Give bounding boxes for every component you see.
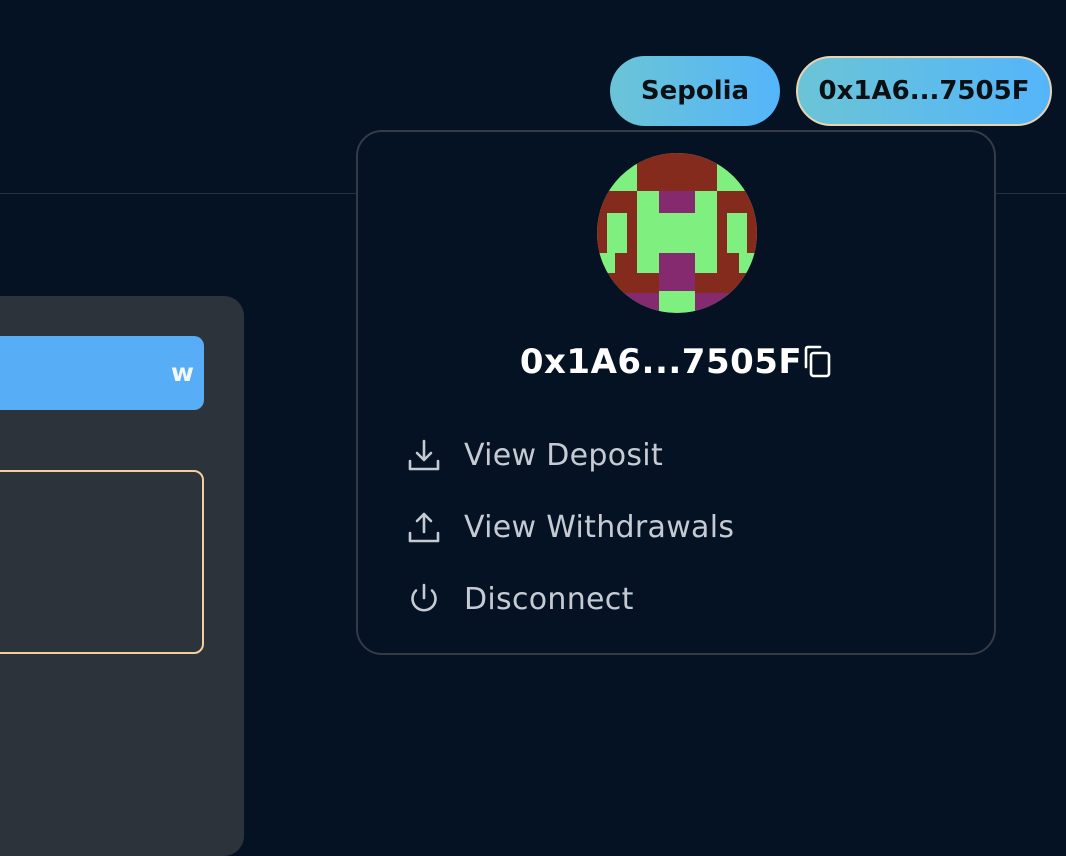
download-icon bbox=[406, 437, 442, 473]
identicon-avatar-icon bbox=[597, 153, 757, 313]
input-box[interactable] bbox=[0, 470, 204, 654]
power-icon bbox=[406, 581, 442, 617]
network-button[interactable]: Sepolia bbox=[610, 56, 780, 126]
account-button[interactable]: 0x1A6...7505F bbox=[796, 56, 1052, 126]
disconnect-item[interactable]: Disconnect bbox=[406, 574, 966, 624]
disconnect-label: Disconnect bbox=[464, 581, 634, 617]
view-withdrawals-item[interactable]: View Withdrawals bbox=[406, 502, 966, 552]
primary-action-button[interactable]: w bbox=[0, 336, 204, 410]
network-label: Sepolia bbox=[640, 76, 750, 106]
account-label: 0x1A6...7505F bbox=[818, 76, 1030, 106]
account-address: 0x1A6...7505F bbox=[519, 342, 803, 382]
upload-icon bbox=[406, 509, 442, 545]
copy-icon[interactable] bbox=[802, 345, 832, 379]
main-card: w bbox=[0, 296, 244, 856]
address-row: 0x1A6...7505F bbox=[358, 342, 994, 392]
primary-action-label: w bbox=[170, 358, 194, 387]
view-deposit-item[interactable]: View Deposit bbox=[406, 430, 966, 480]
account-dropdown: 0x1A6...7505F View Deposit View Withdraw… bbox=[356, 130, 996, 655]
avatar bbox=[597, 153, 757, 313]
view-deposit-label: View Deposit bbox=[464, 437, 664, 473]
view-withdrawals-label: View Withdrawals bbox=[464, 509, 735, 545]
